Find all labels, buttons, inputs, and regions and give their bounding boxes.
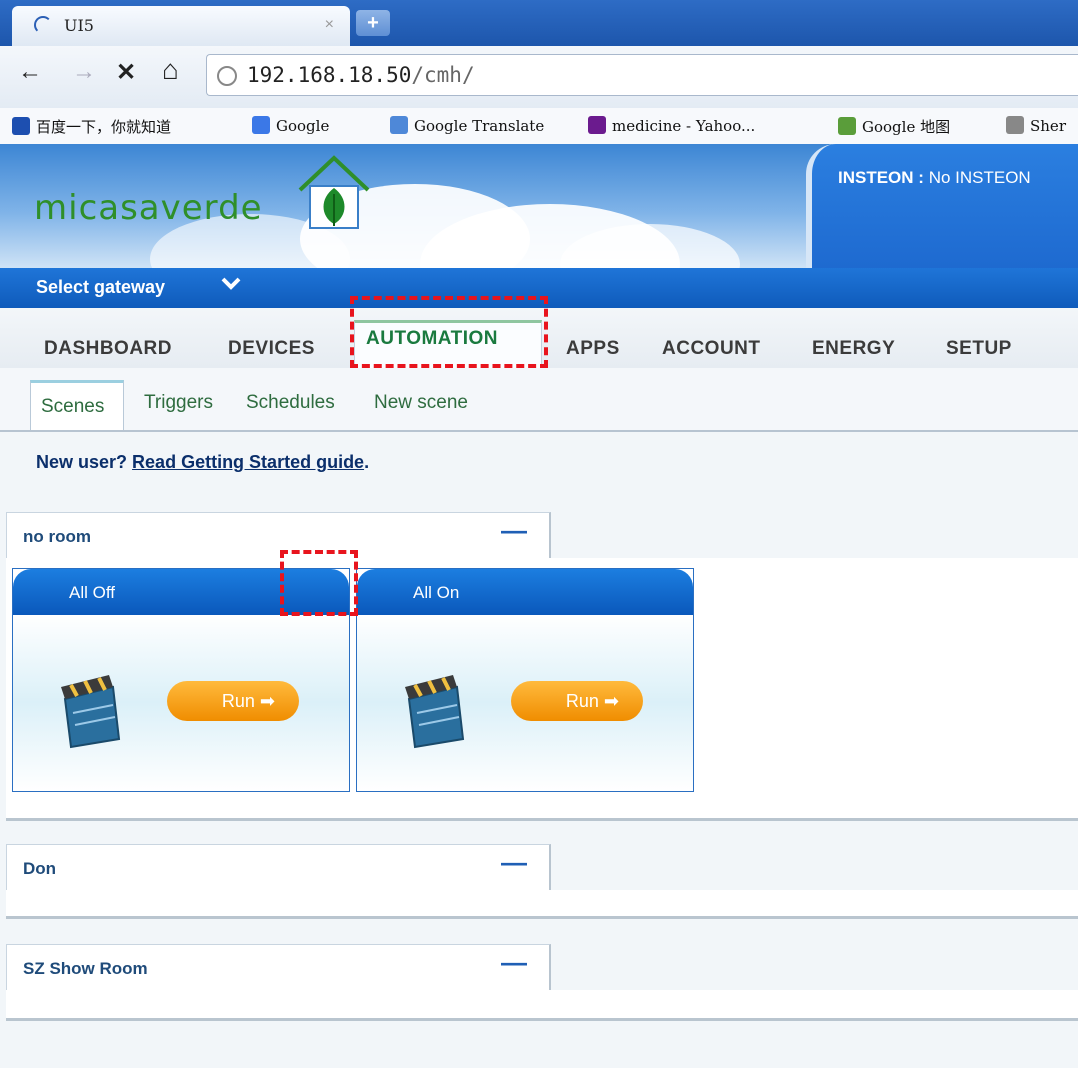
getting-started-notice: New user? Read Getting Started guide. bbox=[36, 452, 370, 472]
app-header: micasaverde INSTEON : No INSTEON bbox=[0, 144, 1078, 268]
insteon-label: INSTEON : bbox=[838, 168, 924, 187]
micasaverde-logo: micasaverde bbox=[34, 188, 263, 228]
bookmark-label: 百度一下，你就知道 bbox=[36, 118, 172, 136]
nav-apps[interactable]: APPS bbox=[566, 338, 620, 360]
subtab-scenes[interactable]: Scenes bbox=[30, 380, 124, 430]
room-header: SZ Show Room — bbox=[6, 944, 551, 991]
collapse-icon[interactable]: — bbox=[501, 947, 527, 978]
nav-devices[interactable]: DEVICES bbox=[228, 338, 315, 360]
nav-dashboard[interactable]: DASHBOARD bbox=[44, 338, 172, 360]
nav-setup[interactable]: SETUP bbox=[946, 338, 1012, 360]
clapperboard-icon bbox=[61, 675, 121, 749]
nav-energy[interactable]: ENERGY bbox=[812, 338, 895, 360]
bookmark-item[interactable]: Google 地图 bbox=[838, 116, 950, 137]
scene-card: All On Run ➡ bbox=[356, 568, 694, 792]
google-icon bbox=[252, 116, 270, 134]
home-icon[interactable]: ⌂ bbox=[162, 54, 179, 86]
room-name: SZ Show Room bbox=[23, 959, 148, 978]
bookmark-item[interactable]: medicine - Yahoo... bbox=[588, 116, 755, 135]
annotation-highlight-scene-corner bbox=[280, 550, 358, 616]
room-header: Don — bbox=[6, 844, 551, 891]
new-user-label: New user? bbox=[36, 452, 128, 472]
getting-started-link[interactable]: Read Getting Started guide bbox=[132, 452, 364, 472]
run-scene-button[interactable]: Run ➡ bbox=[167, 681, 299, 721]
subtab-new-scene[interactable]: New scene bbox=[374, 392, 468, 414]
collapse-icon[interactable]: — bbox=[501, 515, 527, 546]
insteon-value: No INSTEON bbox=[928, 168, 1031, 187]
sub-nav: Scenes Triggers Schedules New scene bbox=[0, 368, 1078, 432]
bookmark-label: Google Translate bbox=[414, 117, 545, 135]
scene-name: All Off bbox=[69, 583, 115, 602]
chevron-down-icon[interactable] bbox=[220, 272, 242, 300]
house-leaf-logo-icon bbox=[298, 155, 370, 229]
select-gateway-button[interactable]: Select gateway bbox=[36, 277, 165, 298]
maps-icon bbox=[838, 117, 856, 135]
bookmarks-bar: 百度一下，你就知道 Google Google Translate medicine … bbox=[0, 108, 1078, 145]
room-scenes bbox=[6, 990, 1078, 1021]
browser-toolbar: ← → ✕ ⌂ 192.168.18.50/cmh/ bbox=[0, 46, 1078, 109]
room-scenes bbox=[6, 890, 1078, 919]
room-scenes: All Off Run ➡ All On Run ➡ bbox=[6, 558, 1078, 821]
room-name: no room bbox=[23, 527, 91, 546]
loading-spinner-icon bbox=[34, 16, 52, 34]
forward-icon[interactable]: → bbox=[72, 58, 96, 86]
tab-close-icon[interactable]: × bbox=[325, 16, 334, 34]
arrow-right-icon: ➡ bbox=[259, 691, 275, 711]
bookmark-label: Google 地图 bbox=[862, 118, 951, 136]
url-text: 192.168.18.50/cmh/ bbox=[247, 63, 475, 87]
globe-icon bbox=[1006, 116, 1024, 134]
bookmark-item[interactable]: Google Translate bbox=[390, 116, 544, 135]
annotation-highlight-automation bbox=[350, 296, 548, 368]
clapperboard-icon bbox=[405, 675, 465, 749]
yahoo-icon bbox=[588, 116, 606, 134]
tab-title: UI5 bbox=[64, 16, 94, 35]
bookmark-label: Google bbox=[276, 117, 330, 135]
subtab-triggers[interactable]: Triggers bbox=[144, 392, 213, 414]
arrow-right-icon: ➡ bbox=[603, 691, 619, 711]
insteon-status-panel: INSTEON : No INSTEON bbox=[806, 144, 1078, 268]
room-header: no room — bbox=[6, 512, 551, 559]
bookmark-label: medicine - Yahoo... bbox=[612, 117, 756, 135]
bookmark-item[interactable]: Sher bbox=[1006, 116, 1066, 135]
browser-tab[interactable]: UI5 × bbox=[12, 6, 350, 46]
translate-icon bbox=[390, 116, 408, 134]
bookmark-item[interactable]: Google bbox=[252, 116, 329, 135]
run-scene-button[interactable]: Run ➡ bbox=[511, 681, 643, 721]
browser-tabstrip: UI5 × + bbox=[0, 0, 1078, 46]
scene-name: All On bbox=[413, 583, 460, 602]
collapse-icon[interactable]: — bbox=[501, 847, 527, 878]
subtab-schedules[interactable]: Schedules bbox=[246, 392, 335, 414]
baidu-icon bbox=[12, 117, 30, 135]
room-name: Don bbox=[23, 859, 57, 878]
new-tab-button[interactable]: + bbox=[356, 10, 390, 36]
page-info-icon[interactable] bbox=[217, 66, 237, 86]
nav-account[interactable]: ACCOUNT bbox=[662, 338, 761, 360]
address-bar[interactable]: 192.168.18.50/cmh/ bbox=[206, 54, 1078, 96]
back-icon[interactable]: ← bbox=[18, 58, 42, 86]
stop-icon[interactable]: ✕ bbox=[116, 58, 136, 87]
bookmark-label: Sher bbox=[1030, 117, 1066, 135]
scene-header: All On bbox=[357, 569, 693, 615]
bookmark-item[interactable]: 百度一下，你就知道 bbox=[12, 116, 171, 137]
